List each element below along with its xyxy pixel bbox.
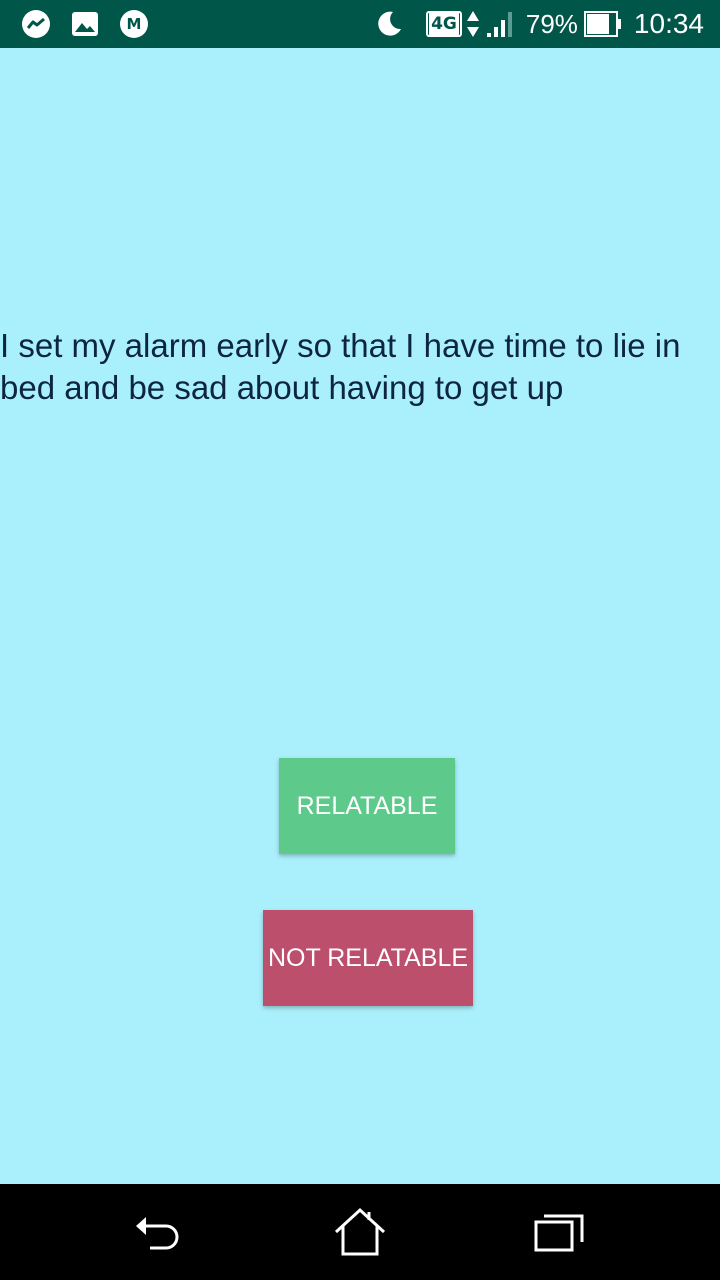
network-type-badge: 4G <box>426 11 462 37</box>
back-icon[interactable] <box>130 1204 190 1264</box>
do-not-disturb-moon-icon <box>374 9 404 39</box>
messenger-icon <box>22 10 50 38</box>
status-bar: M 4G 79% 10:34 <box>0 0 720 48</box>
system-status: 4G 79% 10:34 <box>374 6 704 42</box>
main-content: I set my alarm early so that I have time… <box>0 48 720 1184</box>
gmail-icon: M <box>120 10 148 38</box>
navigation-bar <box>0 1184 720 1280</box>
gallery-icon <box>72 12 98 36</box>
recents-icon[interactable] <box>530 1204 590 1264</box>
home-icon[interactable] <box>330 1204 390 1264</box>
notification-icons: M <box>22 10 148 38</box>
relatable-button[interactable]: RELATABLE <box>279 758 455 854</box>
quote-text: I set my alarm early so that I have time… <box>0 327 681 406</box>
data-activity-icon <box>466 9 480 39</box>
clock: 10:34 <box>633 8 704 39</box>
signal-strength-icon <box>486 9 516 39</box>
not-relatable-button[interactable]: NOT RELATABLE <box>263 910 473 1006</box>
battery-icon <box>583 11 622 37</box>
battery-percent: 79% <box>525 8 578 39</box>
